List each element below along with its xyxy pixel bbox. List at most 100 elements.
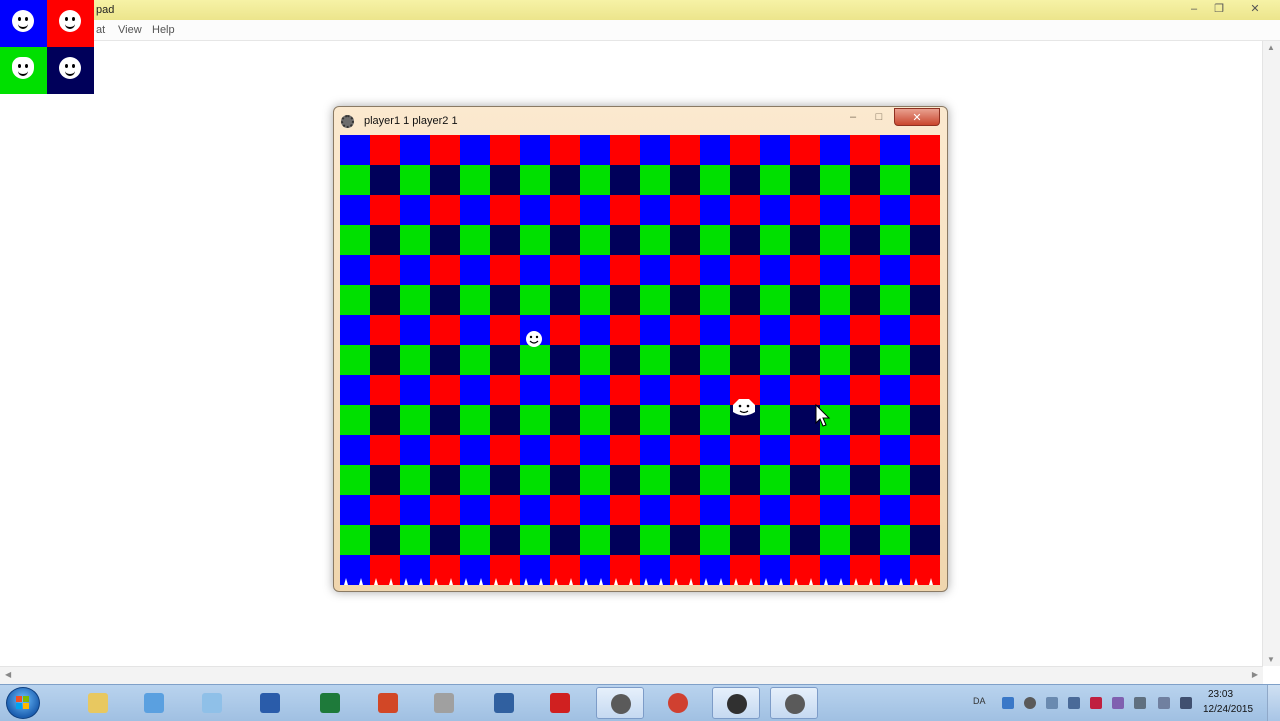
menu-view[interactable]: View xyxy=(118,24,142,36)
board-cell xyxy=(820,195,851,226)
board-cell xyxy=(640,495,671,526)
taskbar-word-button[interactable] xyxy=(246,687,294,719)
taskbar-game-button[interactable] xyxy=(420,687,468,719)
board-cell xyxy=(700,405,731,436)
board-cell xyxy=(700,255,731,286)
board-cell xyxy=(850,555,881,585)
board-cell xyxy=(430,495,461,526)
taskbar-paint-button[interactable] xyxy=(130,687,178,719)
board-cell xyxy=(550,255,581,286)
board-cell xyxy=(610,345,641,376)
board-cell xyxy=(400,405,431,436)
windows-logo-icon xyxy=(16,696,30,710)
menu-format[interactable]: at xyxy=(96,24,105,36)
board-cell xyxy=(820,285,851,316)
game-board[interactable] xyxy=(340,135,940,585)
taskbar-gamemaker-button[interactable] xyxy=(596,687,644,719)
board-cell xyxy=(340,495,371,526)
board-cell xyxy=(490,435,521,466)
notepad-close-button[interactable]: ✕ xyxy=(1244,1,1266,17)
taskbar-obs-button[interactable] xyxy=(712,687,760,719)
board-cell xyxy=(640,135,671,166)
game-minimize-button[interactable]: – xyxy=(840,108,866,126)
board-cell xyxy=(790,255,821,286)
notepad-minimize-button[interactable]: – xyxy=(1183,1,1205,17)
scroll-up-arrow-icon[interactable]: ▲ xyxy=(1267,43,1275,52)
board-cell xyxy=(760,525,791,556)
taskbar-powerpoint-button[interactable] xyxy=(364,687,412,719)
board-cell xyxy=(730,495,761,526)
spider-icon xyxy=(494,693,514,713)
board-cell xyxy=(490,285,521,316)
board-cell xyxy=(850,285,881,316)
taskbar-excel-button[interactable] xyxy=(306,687,354,719)
board-cell xyxy=(400,555,431,585)
board-cell xyxy=(340,225,371,256)
show-desktop-button[interactable] xyxy=(1267,685,1280,721)
board-cell xyxy=(610,495,641,526)
board-cell xyxy=(460,195,491,226)
taskbar-explorer-button[interactable] xyxy=(74,687,122,719)
board-cell xyxy=(340,525,371,556)
game-close-button[interactable]: ✕ xyxy=(894,108,940,126)
board-cell xyxy=(490,135,521,166)
board-cell xyxy=(670,225,701,256)
device-icon[interactable] xyxy=(1158,697,1170,709)
antivirus-icon[interactable] xyxy=(1090,697,1102,709)
taskbar-chrome-button[interactable] xyxy=(654,687,702,719)
scroll-right-arrow-icon[interactable]: ▶ xyxy=(1252,670,1258,679)
board-cell xyxy=(670,555,701,585)
board-cell xyxy=(490,225,521,256)
start-button[interactable] xyxy=(6,687,40,719)
gamemaker-tray-icon[interactable] xyxy=(1024,697,1036,709)
board-cell xyxy=(340,165,371,196)
board-cell xyxy=(760,555,791,585)
notepad-restore-button[interactable]: ❐ xyxy=(1208,1,1230,17)
game-title: player1 1 player2 1 xyxy=(364,115,458,127)
paint-icon xyxy=(144,693,164,713)
game-maximize-button[interactable]: □ xyxy=(866,108,892,126)
board-cell xyxy=(610,465,641,496)
board-cell xyxy=(820,465,851,496)
network-icon[interactable] xyxy=(1046,697,1058,709)
board-cell xyxy=(580,495,611,526)
clock-date[interactable]: 12/24/2015 xyxy=(1203,704,1253,715)
language-indicator[interactable]: DA xyxy=(973,696,986,706)
notepad-vertical-scrollbar[interactable]: ▲ ▼ xyxy=(1262,41,1280,666)
menu-help[interactable]: Help xyxy=(152,24,175,36)
scroll-left-arrow-icon[interactable]: ◀ xyxy=(5,670,11,679)
game-titlebar[interactable]: player1 1 player2 1 – □ ✕ xyxy=(334,107,947,135)
board-cell xyxy=(640,165,671,196)
scroll-down-arrow-icon[interactable]: ▼ xyxy=(1267,655,1275,664)
board-cell xyxy=(910,225,940,256)
board-cell xyxy=(610,405,641,436)
flag-icon[interactable] xyxy=(1002,697,1014,709)
board-cell xyxy=(430,555,461,585)
board-cell xyxy=(490,465,521,496)
taskbar-spider-button[interactable] xyxy=(480,687,528,719)
clock-time[interactable]: 23:03 xyxy=(1208,689,1233,700)
smiley-face-icon xyxy=(59,10,81,32)
board-cell xyxy=(400,345,431,376)
board-cell xyxy=(640,225,671,256)
notepad-horizontal-scrollbar[interactable]: ◀ ▶ xyxy=(0,666,1263,684)
board-cell xyxy=(700,555,731,585)
board-cell xyxy=(610,135,641,166)
board-cell xyxy=(760,435,791,466)
board-cell xyxy=(640,555,671,585)
taskbar-balloon-button[interactable] xyxy=(536,687,584,719)
taskbar-notepad-button[interactable] xyxy=(188,687,236,719)
signal-icon[interactable] xyxy=(1180,697,1192,709)
taskbar-gamemaker-runner-button[interactable] xyxy=(770,687,818,719)
board-cell xyxy=(820,315,851,346)
speaker-icon[interactable] xyxy=(1134,697,1146,709)
board-cell xyxy=(490,405,521,436)
arrow-icon[interactable] xyxy=(1068,697,1080,709)
hat-face-icon xyxy=(12,57,34,79)
board-cell xyxy=(520,495,551,526)
board-cell xyxy=(640,525,671,556)
board-cell xyxy=(850,435,881,466)
board-cell xyxy=(580,465,611,496)
board-cell xyxy=(340,315,371,346)
app-tray-icon[interactable] xyxy=(1112,697,1124,709)
